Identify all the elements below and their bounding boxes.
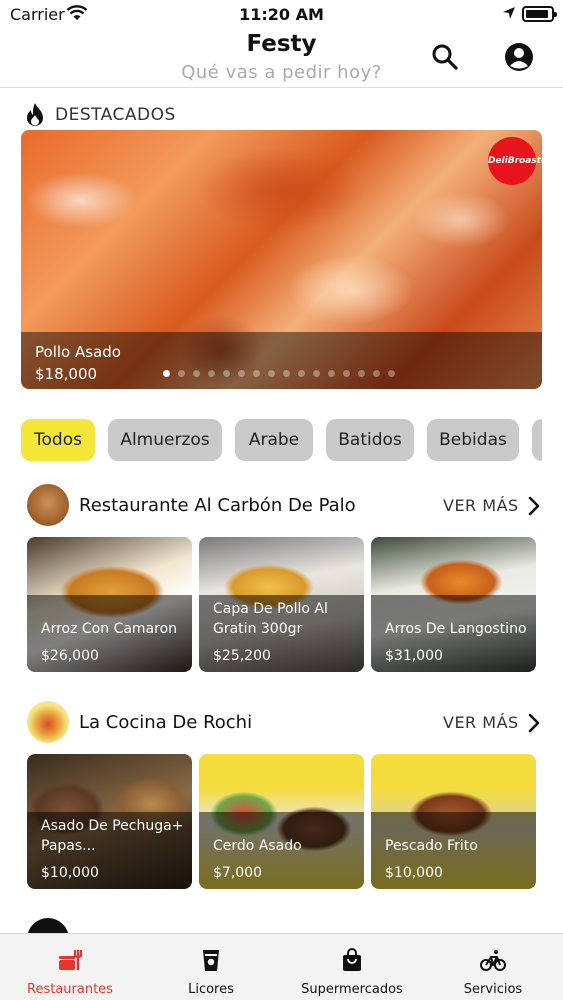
featured-label: DESTACADOS <box>55 105 176 125</box>
tab-restaurantes[interactable]: Restaurantes <box>0 934 140 1000</box>
pagination-dot[interactable] <box>178 370 185 377</box>
pagination-dot[interactable] <box>193 370 200 377</box>
shopping-bag-icon <box>343 948 361 971</box>
tab-label: Restaurantes <box>27 982 113 997</box>
clock: 11:20 AM <box>239 5 324 24</box>
menu-item-name: Pescado Frito <box>385 838 478 854</box>
pagination-dot[interactable] <box>283 370 290 377</box>
see-more-link[interactable]: VER MÁS <box>443 496 519 515</box>
category-filter-bar: Todos Almuerzos Arabe Batidos Bebidas <box>21 419 542 463</box>
menu-item-card[interactable]: Asado De Pechuga+ Papas... $10,000 <box>27 754 192 889</box>
app-header: Festy Qué vas a pedir hoy? <box>0 28 563 88</box>
banner-caption: Pollo Asado $18,000 <box>21 332 542 389</box>
category-chip[interactable] <box>532 419 542 461</box>
menu-item-price: $10,000 <box>41 865 99 881</box>
pagination-dot[interactable] <box>298 370 305 377</box>
battery-icon <box>522 6 557 22</box>
user-icon <box>505 43 533 71</box>
pagination-dot[interactable] <box>238 370 245 377</box>
search-button[interactable] <box>428 40 462 74</box>
location-arrow-icon <box>503 7 515 19</box>
menu-item-card[interactable]: Arros De Langostino $31,000 <box>371 537 536 672</box>
menu-item-name: Asado De Pechuga+ Papas... <box>41 818 184 854</box>
restaurant-avatar <box>27 701 69 743</box>
pagination-dot[interactable] <box>358 370 365 377</box>
glass-icon <box>203 950 219 971</box>
featured-item-name: Pollo Asado <box>35 343 121 361</box>
menu-item-name: Cerdo Asado <box>213 838 302 854</box>
category-chip[interactable]: Arabe <box>235 419 313 461</box>
pagination-dot[interactable] <box>268 370 275 377</box>
category-chip[interactable]: Bebidas <box>427 419 519 461</box>
restaurant-avatar <box>27 484 69 526</box>
pagination-dot[interactable] <box>343 370 350 377</box>
restaurant-icon <box>59 950 82 970</box>
tab-label: Supermercados <box>301 982 403 997</box>
pagination-dot[interactable] <box>163 370 170 377</box>
pagination-dot[interactable] <box>373 370 380 377</box>
restaurant-name: La Cocina De Rochi <box>79 712 253 733</box>
menu-item-price: $25,200 <box>213 648 271 664</box>
tab-licores[interactable]: Licores <box>141 934 281 1000</box>
tab-label: Servicios <box>463 982 523 997</box>
tab-label: Licores <box>188 982 234 997</box>
menu-item-price: $7,000 <box>213 865 262 881</box>
bottom-tab-bar: Restaurantes Licores Supermercados Servi… <box>0 933 563 1000</box>
tab-supermercados[interactable]: Supermercados <box>282 934 422 1000</box>
category-chip[interactable]: Todos <box>21 419 95 461</box>
menu-item-card[interactable]: Cerdo Asado $7,000 <box>199 754 364 889</box>
menu-item-price: $26,000 <box>41 648 99 664</box>
fire-icon <box>27 103 43 126</box>
status-bar: Carrier 11:20 AM <box>0 0 563 28</box>
menu-item-card[interactable]: Arroz Con Camaron $26,000 <box>27 537 192 672</box>
menu-item-name: Arroz Con Camaron <box>41 621 178 637</box>
category-chip[interactable]: Batidos <box>326 419 414 461</box>
menu-item-card[interactable]: Pescado Frito $10,000 <box>371 754 536 889</box>
chevron-right-icon[interactable] <box>527 496 541 516</box>
see-more-link[interactable]: VER MÁS <box>443 713 519 732</box>
app-subtitle: Qué vas a pedir hoy? <box>181 62 382 83</box>
app-title: Festy <box>246 31 317 57</box>
restaurant-section-header: Restaurante Al Carbón De Palo VER MÁS <box>27 484 542 528</box>
profile-button[interactable] <box>502 40 536 74</box>
restaurant-logo: DeliBroaster <box>488 137 542 185</box>
bicycle-icon <box>480 950 506 971</box>
pagination-dot[interactable] <box>223 370 230 377</box>
search-icon <box>432 44 458 70</box>
pagination-dot[interactable] <box>328 370 335 377</box>
menu-item-name: Capa De Pollo Al Gratin 300gr <box>213 601 328 637</box>
menu-item-price: $31,000 <box>385 648 443 664</box>
pagination-dot[interactable] <box>208 370 215 377</box>
featured-item-price: $18,000 <box>35 365 98 383</box>
featured-banner[interactable]: DeliBroaster Pollo Asado $18,000 <box>21 130 542 389</box>
restaurant-section-header: La Cocina De Rochi VER MÁS <box>27 701 542 745</box>
category-chip[interactable]: Almuerzos <box>108 419 222 461</box>
menu-item-price: $10,000 <box>385 865 443 881</box>
chevron-right-icon[interactable] <box>527 713 541 733</box>
pagination-dot[interactable] <box>313 370 320 377</box>
tab-servicios[interactable]: Servicios <box>423 934 563 1000</box>
pagination-dot[interactable] <box>253 370 260 377</box>
restaurant-name: Restaurante Al Carbón De Palo <box>79 495 356 516</box>
menu-item-name: Arros De Langostino <box>385 621 527 637</box>
pagination-dot[interactable] <box>388 370 395 377</box>
menu-item-card[interactable]: Capa De Pollo Al Gratin 300gr $25,200 <box>199 537 364 672</box>
